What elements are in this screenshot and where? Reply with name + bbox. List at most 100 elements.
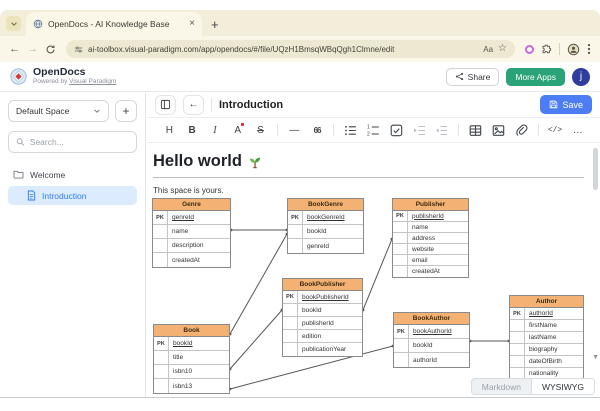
er-field-row: bookId: [288, 225, 363, 239]
link-icon[interactable]: [510, 118, 533, 142]
site-settings-icon[interactable]: [74, 45, 83, 54]
er-field-name: lastName: [529, 334, 557, 341]
heading-icon[interactable]: H: [158, 118, 181, 142]
main-panel: ← Introduction Save H B I A S —66 1 2 </>… Hello…: [147, 92, 600, 397]
space-selector-value: Default Space: [16, 106, 70, 116]
save-button[interactable]: Save: [540, 95, 592, 114]
er-field-name: name: [412, 223, 429, 231]
bold-icon[interactable]: B: [181, 118, 204, 142]
er-pk-cell: [283, 330, 298, 342]
more-apps-button[interactable]: More Apps: [506, 67, 565, 86]
table-icon[interactable]: [464, 118, 487, 142]
wysiwyg-mode-button[interactable]: WYSIWYG: [530, 379, 594, 394]
er-pk-cell: [154, 365, 169, 378]
er-field-name: genreId: [307, 242, 330, 250]
screen: OpenDocs - AI Knowledge Base × + ← → ai-…: [0, 0, 600, 411]
er-pk-cell: [510, 320, 525, 331]
er-pk-cell: PK: [283, 291, 298, 303]
er-field-row: bookId: [283, 304, 362, 317]
divider: [333, 124, 335, 136]
er-field-row: PK bookGenreId: [288, 211, 363, 225]
er-field-row: biography: [510, 344, 583, 356]
scrollbar-thumb[interactable]: [593, 148, 598, 190]
tab-search-button[interactable]: [6, 16, 21, 31]
image-icon[interactable]: [487, 118, 510, 142]
code-icon[interactable]: </>: [544, 118, 567, 142]
tab-close-icon[interactable]: ×: [189, 19, 195, 29]
markdown-mode-button[interactable]: Markdown: [472, 379, 531, 394]
browser-navbar: ← → ai-toolbox.visual-paradigm.com/app/o…: [0, 36, 600, 62]
er-field-name: website: [412, 245, 435, 253]
er-diagram[interactable]: Genre PK genreId name description createdAt Bo…: [147, 144, 600, 397]
er-pk-cell: [393, 255, 408, 265]
er-pk-cell: PK: [288, 211, 303, 224]
strikethrough-icon[interactable]: S: [249, 118, 272, 142]
er-field-name: publisherId: [412, 212, 444, 220]
content-scrollbar[interactable]: ▼: [590, 146, 600, 381]
doc-toolbar: ← Introduction Save: [147, 92, 600, 118]
reload-icon[interactable]: [45, 44, 56, 55]
browser-tab[interactable]: OpenDocs - AI Knowledge Base ×: [26, 12, 202, 36]
er-pk-cell: PK: [393, 211, 408, 221]
back-button[interactable]: ←: [183, 94, 204, 115]
visual-paradigm-link[interactable]: Visual Paradigm: [69, 78, 116, 85]
tree-item-welcome[interactable]: Welcome: [8, 165, 137, 184]
quote-icon[interactable]: 66: [306, 118, 329, 142]
font-color-icon[interactable]: A: [226, 118, 249, 142]
forward-icon[interactable]: →: [27, 43, 38, 55]
er-field-row: address: [393, 233, 468, 244]
task-list-icon[interactable]: [385, 118, 408, 142]
url-text[interactable]: ai-toolbox.visual-paradigm.com/app/opend…: [88, 45, 478, 54]
er-field-name: name: [172, 228, 189, 235]
er-pk-cell: PK: [153, 211, 168, 224]
er-field-name: bookId: [307, 228, 327, 235]
tree-item-label: Introduction: [42, 190, 87, 201]
search-input[interactable]: [29, 137, 129, 147]
toggle-sidebar-button[interactable]: [155, 94, 176, 115]
app-header: OpenDocs Powered by Visual Paradigm Shar…: [0, 62, 600, 92]
back-icon[interactable]: ←: [9, 43, 20, 55]
er-field-name: bookGenreId: [307, 214, 345, 221]
bullet-list-icon[interactable]: [339, 118, 362, 142]
er-field-row: dateOfBirth: [510, 356, 583, 368]
er-field-row: email: [393, 255, 468, 266]
er-pk-cell: [153, 225, 168, 238]
space-selector[interactable]: Default Space: [8, 100, 109, 122]
browser-menu-icon[interactable]: [587, 43, 591, 55]
italic-icon[interactable]: I: [204, 118, 227, 142]
add-page-button[interactable]: +: [115, 100, 137, 122]
er-entity-title: BookPublisher: [283, 279, 362, 291]
scroll-down-arrow-icon[interactable]: ▼: [592, 354, 599, 361]
horizontal-rule-icon[interactable]: —: [283, 118, 306, 142]
tab-favicon-globe-icon: [33, 19, 43, 29]
translate-icon[interactable]: Aa: [483, 45, 493, 54]
svg-text:2: 2: [367, 131, 370, 136]
er-field-name: description: [172, 242, 204, 249]
er-entity-title: BookAuthor: [394, 313, 469, 325]
er-field-name: email: [412, 256, 428, 264]
ordered-list-icon[interactable]: 12: [362, 118, 385, 142]
er-field-name: title: [173, 354, 184, 361]
share-button[interactable]: Share: [445, 67, 500, 86]
user-avatar[interactable]: j: [572, 67, 590, 86]
er-field-row: edition: [283, 330, 362, 343]
new-tab-button[interactable]: +: [211, 18, 219, 31]
er-field-row: bookId: [394, 339, 469, 353]
divider: [559, 43, 560, 55]
format-toolbar: H B I A S —66 1 2 </>…: [147, 118, 600, 143]
more-icon[interactable]: …: [566, 118, 589, 142]
search-box[interactable]: [8, 131, 137, 153]
bookmark-star-icon[interactable]: ☆: [498, 44, 507, 54]
er-field-name: address: [412, 234, 436, 242]
extensions-puzzle-icon[interactable]: [541, 44, 552, 55]
er-field-row: PK publisherId: [393, 211, 468, 222]
extension-badge-icon[interactable]: [525, 44, 534, 54]
editor-content[interactable]: Hello world This space is yours. Genre PK…: [147, 144, 600, 397]
tab-title: OpenDocs - AI Knowledge Base: [48, 19, 170, 29]
er-field-name: bookId: [173, 340, 193, 347]
url-bar[interactable]: ai-toolbox.visual-paradigm.com/app/opend…: [66, 40, 515, 58]
tree-item-introduction[interactable]: Introduction: [8, 186, 137, 205]
tab-strip: OpenDocs - AI Knowledge Base × +: [0, 10, 600, 36]
er-pk-cell: [283, 304, 298, 316]
browser-profile-icon[interactable]: [567, 43, 580, 56]
